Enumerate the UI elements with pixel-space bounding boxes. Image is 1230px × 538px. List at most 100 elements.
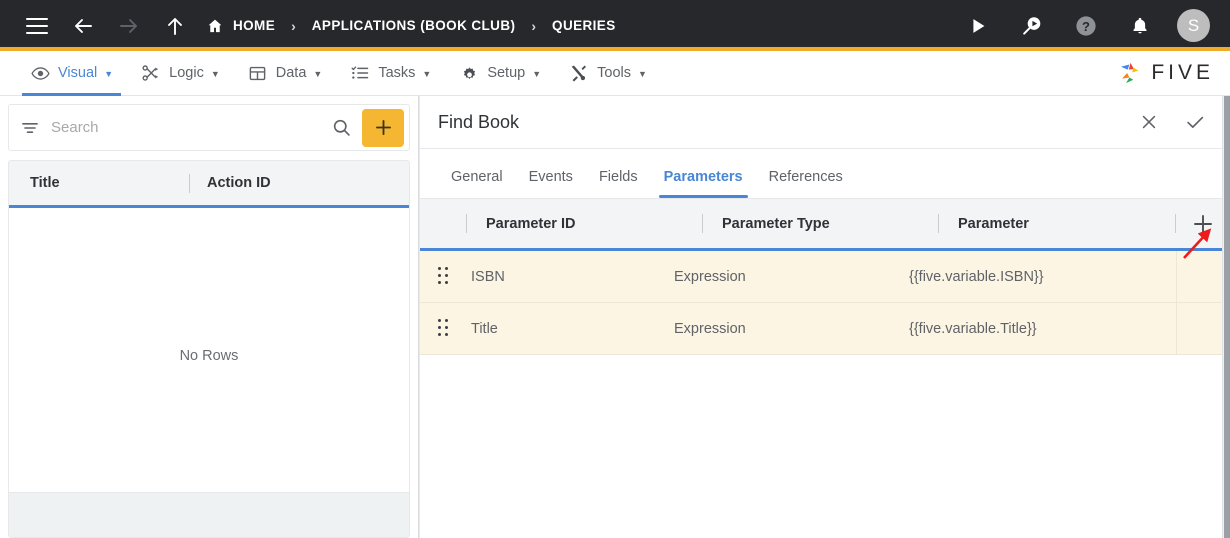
forward-button[interactable] xyxy=(112,9,146,43)
five-pinwheel-icon xyxy=(1121,62,1139,83)
left-list-panel: Title Action ID No Rows xyxy=(0,96,419,538)
menu-item-logic[interactable]: Logic ▼ xyxy=(127,51,234,96)
breadcrumb-label-home: HOME xyxy=(233,18,276,33)
active-tab-underline xyxy=(658,194,748,198)
breadcrumb-item-queries[interactable]: QUERIES xyxy=(552,18,616,33)
cell-parameter-type[interactable]: Expression xyxy=(655,321,890,337)
search-icon[interactable] xyxy=(328,115,354,141)
help-button[interactable]: ? xyxy=(1069,9,1103,43)
menu-label-tools: Tools xyxy=(597,65,631,81)
details-tab-bar: General Events Fields Parameters Referen… xyxy=(420,149,1230,198)
cell-parameter-id[interactable]: Title xyxy=(420,319,655,339)
top-bar-actions: ? S xyxy=(961,9,1230,43)
column-header-parameter[interactable]: Parameter xyxy=(939,216,1175,232)
menu-item-data[interactable]: Data ▼ xyxy=(234,51,337,96)
cell-parameter-id[interactable]: ISBN xyxy=(420,267,655,287)
tab-events[interactable]: Events xyxy=(516,169,586,198)
page-title: Find Book xyxy=(438,111,520,132)
eye-icon xyxy=(30,63,50,83)
column-header-parameter-type[interactable]: Parameter Type xyxy=(703,216,938,232)
actions-grid-footer xyxy=(9,492,409,537)
tab-general[interactable]: General xyxy=(438,169,516,198)
confirm-button[interactable] xyxy=(1178,105,1212,139)
cell-value-parameter-id: ISBN xyxy=(471,268,505,285)
menu-item-visual[interactable]: Visual ▼ xyxy=(16,51,127,96)
cell-parameter[interactable]: {{five.variable.Title}} xyxy=(890,321,1176,337)
menu-item-tools[interactable]: Tools ▼ xyxy=(555,51,661,96)
run-button[interactable] xyxy=(961,9,995,43)
tab-label-references: References xyxy=(768,169,843,185)
hamburger-icon xyxy=(26,17,48,34)
up-level-button[interactable] xyxy=(158,9,192,43)
arrow-right-icon xyxy=(120,18,137,33)
question-mark-icon: ? xyxy=(1076,15,1096,36)
chevron-down-icon: ▼ xyxy=(422,68,432,79)
bell-icon xyxy=(1133,17,1147,33)
search-run-icon xyxy=(1023,16,1041,35)
column-header-title[interactable]: Title xyxy=(9,175,189,191)
tab-label-parameters: Parameters xyxy=(663,169,743,185)
tab-label-fields: Fields xyxy=(598,169,638,185)
close-icon xyxy=(1142,115,1156,129)
plus-icon xyxy=(375,120,391,135)
play-icon xyxy=(973,18,985,33)
table-row[interactable]: ISBN Expression {{five.variable.ISBN}} xyxy=(420,251,1230,303)
app-window: HOME › APPLICATIONS (BOOK CLUB) › QUERIE… xyxy=(0,0,1230,538)
top-navigation-bar: HOME › APPLICATIONS (BOOK CLUB) › QUERIE… xyxy=(0,0,1230,51)
filter-icon[interactable] xyxy=(19,117,41,139)
breadcrumb-label-queries: QUERIES xyxy=(552,18,616,33)
check-icon xyxy=(1187,116,1204,128)
details-header: Find Book xyxy=(420,96,1230,149)
menu-item-tasks[interactable]: Tasks ▼ xyxy=(336,51,445,96)
menu-label-visual: Visual xyxy=(58,65,98,81)
actions-grid-header: Title Action ID xyxy=(9,161,409,208)
breadcrumb-separator-1: › xyxy=(291,17,296,34)
breadcrumb-item-applications[interactable]: APPLICATIONS (BOOK CLUB) xyxy=(312,18,516,33)
tasks-list-icon xyxy=(350,63,370,83)
gear-icon xyxy=(459,63,479,83)
module-menu-bar: Visual ▼ Logic ▼ Data ▼ Tasks ▼ Setup ▼ … xyxy=(0,51,1230,96)
notifications-button[interactable] xyxy=(1123,9,1157,43)
search-run-button[interactable] xyxy=(1015,9,1049,43)
parameters-grid-body: ISBN Expression {{five.variable.ISBN}} T… xyxy=(420,251,1230,538)
scrollbar-thumb[interactable] xyxy=(1224,96,1230,538)
vertical-scrollbar[interactable] xyxy=(1222,96,1230,538)
hamburger-menu-button[interactable] xyxy=(20,9,54,43)
brand-name: FIVE xyxy=(1151,61,1214,84)
arrow-up-icon xyxy=(168,17,182,35)
user-avatar[interactable]: S xyxy=(1177,9,1210,42)
chevron-down-icon: ▼ xyxy=(104,68,114,79)
avatar-initial: S xyxy=(1187,15,1200,35)
details-panel: Find Book General Events Fields Paramete… xyxy=(419,96,1230,538)
tab-label-general: General xyxy=(451,169,503,185)
chevron-down-icon: ▼ xyxy=(638,68,647,79)
menu-label-logic: Logic xyxy=(169,65,204,81)
search-input[interactable] xyxy=(51,119,328,136)
brand-logo: FIVE xyxy=(1117,60,1214,87)
table-row[interactable]: Title Expression {{five.variable.Title}} xyxy=(420,303,1230,355)
breadcrumb-separator-2: › xyxy=(531,17,537,34)
cell-value-parameter-id: Title xyxy=(471,320,498,337)
menu-item-setup[interactable]: Setup ▼ xyxy=(445,51,555,96)
table-icon xyxy=(248,63,268,83)
cell-parameter-type[interactable]: Expression xyxy=(655,269,890,285)
home-icon xyxy=(206,17,224,35)
cell-parameter[interactable]: {{five.variable.ISBN}} xyxy=(890,269,1176,285)
back-button[interactable] xyxy=(66,9,100,43)
add-item-button[interactable] xyxy=(362,108,404,147)
tab-fields[interactable]: Fields xyxy=(586,169,651,198)
column-header-action-id[interactable]: Action ID xyxy=(190,175,409,191)
svg-text:?: ? xyxy=(1082,18,1090,33)
tab-references[interactable]: References xyxy=(756,169,856,198)
tab-parameters[interactable]: Parameters xyxy=(651,169,756,198)
close-button[interactable] xyxy=(1132,105,1166,139)
drag-handle-icon[interactable] xyxy=(435,319,453,339)
search-bar xyxy=(8,104,410,151)
main-content-area: Title Action ID No Rows Find Book xyxy=(0,96,1230,538)
menu-label-setup: Setup xyxy=(487,65,526,81)
drag-handle-icon[interactable] xyxy=(435,267,453,287)
parameters-grid-header: Parameter ID Parameter Type Parameter xyxy=(420,199,1230,251)
breadcrumb-item-home[interactable]: HOME xyxy=(206,17,275,35)
column-header-parameter-id[interactable]: Parameter ID xyxy=(467,216,702,232)
logic-nodes-icon xyxy=(141,63,161,83)
